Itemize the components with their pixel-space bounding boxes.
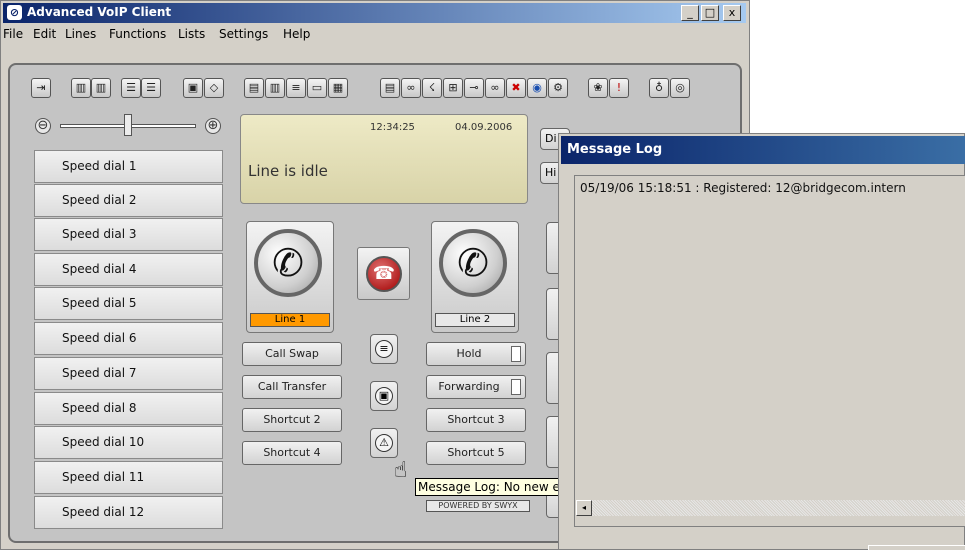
dialog-button[interactable] — [868, 545, 965, 550]
speed-dial-button[interactable]: Speed dial 7 — [34, 357, 223, 390]
speed-dial-button[interactable]: Speed dial 1 — [34, 150, 223, 183]
call-transfer-button[interactable]: Call Transfer — [242, 375, 342, 399]
scroll-left-icon[interactable]: ◂ — [576, 500, 592, 516]
display-date: 04.09.2006 — [455, 122, 513, 133]
microphone-icon[interactable]: ♁ — [649, 78, 669, 98]
menu-functions[interactable]: Functions — [109, 27, 166, 41]
volume-up-icon[interactable]: ⊕ — [205, 118, 221, 134]
list-detail-icon[interactable]: ▥ — [265, 78, 285, 98]
log-entry: 05/19/06 15:18:51 : Registered: 12@bridg… — [580, 181, 906, 195]
forward-icon[interactable]: ◉ — [527, 78, 547, 98]
lines-icon[interactable]: ≡ — [286, 78, 306, 98]
volume-slider-thumb[interactable] — [124, 114, 132, 136]
call-swap-button[interactable]: Call Swap — [242, 342, 342, 366]
line-2-label: Line 2 — [435, 313, 515, 327]
list-icon: ≡ — [375, 340, 393, 358]
menu-settings[interactable]: Settings — [219, 27, 268, 41]
alert-icon[interactable]: ! — [609, 78, 629, 98]
line-transfer-icon[interactable]: ▥ — [91, 78, 111, 98]
line-1-label: Line 1 — [250, 313, 330, 327]
phonebook-icon[interactable]: ☰ — [121, 78, 141, 98]
tooltip: Message Log: No new e — [415, 478, 565, 496]
speed-dial-button[interactable]: Speed dial 4 — [34, 253, 223, 286]
gift-icon[interactable]: ❀ — [588, 78, 608, 98]
menu-bar: File Edit Lines Functions Lists Settings… — [3, 24, 746, 44]
speed-dial-button[interactable]: Speed dial 6 — [34, 322, 223, 355]
speed-dial-button[interactable]: Speed dial 12 — [34, 496, 223, 529]
contact-card-icon[interactable]: ▤ — [244, 78, 264, 98]
contact-icon[interactable]: ▣ — [183, 78, 203, 98]
shortcut-4-button[interactable]: Shortcut 4 — [242, 441, 342, 465]
speed-dial-button[interactable]: Speed dial 2 — [34, 184, 223, 217]
speaker-icon[interactable]: ◎ — [670, 78, 690, 98]
eraser-icon[interactable]: ◇ — [204, 78, 224, 98]
keypad-icon: ▣ — [375, 387, 393, 405]
app-icon: ⊘ — [7, 5, 22, 20]
display-status: Line is idle — [248, 162, 328, 180]
maximize-button[interactable]: □ — [701, 5, 719, 21]
hangup-icon: ☎ — [366, 256, 402, 292]
close-call-icon[interactable]: ✖ — [506, 78, 526, 98]
record-icon[interactable]: ⊞ — [443, 78, 463, 98]
hand-cursor-icon: ☝ — [394, 458, 408, 483]
handset-icon: ✆ — [439, 229, 507, 297]
toolbar: ⇥ ▥ ▥ ☰ ☰ ▣ ◇ ▤ ▥ ≡ ▭ ▦ ▤ ∞ ☇ ⊞ ⊸ ∞ ✖ ◉ … — [8, 68, 740, 108]
speed-dial-button[interactable]: Speed dial 10 — [34, 426, 223, 459]
menu-help[interactable]: Help — [283, 27, 310, 41]
settings-icon[interactable]: ⚙ — [548, 78, 568, 98]
minimize-button[interactable]: _ — [681, 5, 699, 21]
conference-icon[interactable]: ∞ — [401, 78, 421, 98]
hold-indicator — [511, 346, 521, 362]
speed-dial-button[interactable]: Speed dial 11 — [34, 461, 223, 494]
menu-file[interactable]: File — [3, 27, 23, 41]
keypad-icon[interactable]: ▭ — [307, 78, 327, 98]
shortcut-2-button[interactable]: Shortcut 2 — [242, 408, 342, 432]
forwarding-indicator — [511, 379, 521, 395]
notes-icon[interactable]: ▤ — [380, 78, 400, 98]
link-icon[interactable]: ∞ — [485, 78, 505, 98]
menu-lists[interactable]: Lists — [178, 27, 205, 41]
shortcut-3-button[interactable]: Shortcut 3 — [426, 408, 526, 432]
volume-down-icon[interactable]: ⊖ — [35, 118, 51, 134]
title-bar[interactable]: ⊘ Advanced VoIP Client _ □ x — [3, 3, 746, 23]
shortcut-5-button[interactable]: Shortcut 5 — [426, 441, 526, 465]
line-dial-icon[interactable]: ▥ — [71, 78, 91, 98]
window-title: Advanced VoIP Client — [27, 5, 172, 19]
display-time: 12:34:25 — [370, 122, 415, 133]
message-log-title[interactable]: Message Log — [561, 136, 965, 164]
menu-lines[interactable]: Lines — [65, 27, 96, 41]
menu-edit[interactable]: Edit — [33, 27, 56, 41]
close-button[interactable]: x — [723, 5, 741, 21]
memory-icon[interactable]: ▦ — [328, 78, 348, 98]
message-log-list[interactable] — [574, 175, 965, 527]
powered-by-label: POWERED BY SWYX — [426, 500, 530, 512]
speed-dial-button[interactable]: Speed dial 5 — [34, 287, 223, 320]
horizontal-scrollbar[interactable] — [576, 500, 965, 516]
speed-dial-button[interactable]: Speed dial 3 — [34, 218, 223, 251]
speed-dial-button[interactable]: Speed dial 8 — [34, 392, 223, 425]
call-icon[interactable]: ☇ — [422, 78, 442, 98]
voicemail-icon[interactable]: ⊸ — [464, 78, 484, 98]
line-select-icon[interactable]: ⇥ — [31, 78, 51, 98]
list-icon[interactable]: ☰ — [141, 78, 161, 98]
handset-icon: ✆ — [254, 229, 322, 297]
warning-icon: ⚠ — [375, 434, 393, 452]
